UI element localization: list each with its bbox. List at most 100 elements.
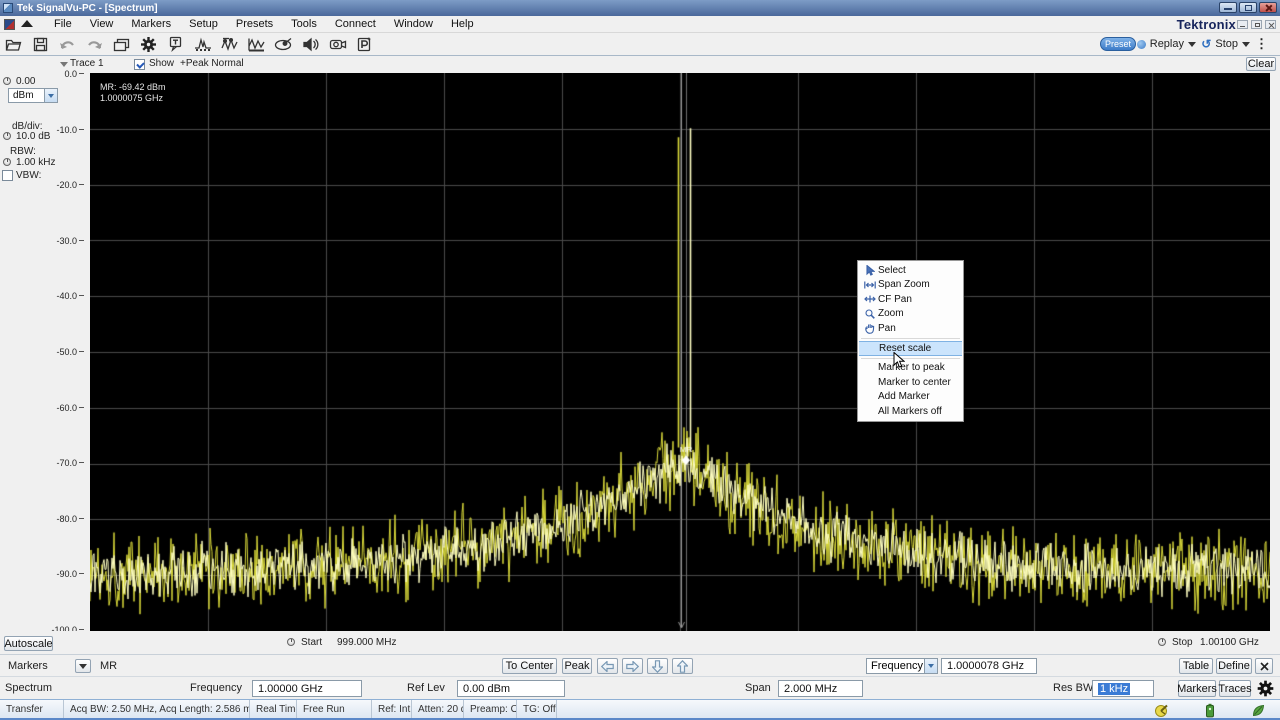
status-trigger: Free Run bbox=[297, 700, 372, 718]
annotation-icon[interactable] bbox=[162, 34, 189, 55]
acquisition-icon[interactable] bbox=[324, 34, 351, 55]
context-menu-item-all-markers-off[interactable]: All Markers off bbox=[858, 404, 963, 419]
ref-lev-field[interactable]: 0.00 dBm bbox=[457, 680, 565, 697]
replay-button[interactable]: Replay bbox=[1137, 36, 1196, 52]
spectrum-window-icon[interactable] bbox=[4, 19, 15, 30]
context-menu-item-add-marker[interactable]: Add Marker bbox=[858, 390, 963, 405]
context-menu-item-marker-to-center[interactable]: Marker to center bbox=[858, 375, 963, 390]
y-tick: -50.0 bbox=[30, 347, 84, 357]
context-menu-item-pan[interactable]: Pan bbox=[858, 321, 963, 336]
peak-button[interactable]: Peak bbox=[562, 658, 592, 674]
trace-bar: Trace 1 Show +Peak Normal Clear bbox=[0, 56, 1280, 73]
context-menu-item-reset-scale[interactable]: Reset scale bbox=[859, 341, 962, 356]
child-close-button[interactable] bbox=[1265, 20, 1276, 29]
child-minimize-button[interactable] bbox=[1237, 20, 1248, 29]
more-options-icon[interactable]: ⋮ bbox=[1255, 36, 1268, 52]
ref-level-knob-icon[interactable] bbox=[3, 77, 11, 85]
redo-icon[interactable] bbox=[81, 34, 108, 55]
marker-right-button[interactable] bbox=[622, 658, 643, 674]
markers-waveform-icon[interactable] bbox=[216, 34, 243, 55]
to-center-button[interactable]: To Center bbox=[502, 658, 557, 674]
dropdown-arrow-icon bbox=[924, 659, 937, 673]
traces-panel-button[interactable]: Traces bbox=[1219, 680, 1251, 697]
status-reference: Ref: Int bbox=[372, 700, 412, 718]
spectrum-settings-row: Spectrum Frequency 1.00000 GHz Ref Lev 0… bbox=[0, 676, 1280, 699]
menu-window[interactable]: Window bbox=[385, 16, 442, 32]
open-file-icon[interactable] bbox=[0, 34, 27, 55]
autoscale-button[interactable]: Autoscale bbox=[4, 636, 53, 651]
y-tick: -70.0 bbox=[30, 458, 84, 468]
displays-icon[interactable] bbox=[108, 34, 135, 55]
status-real-time: Real Time bbox=[250, 700, 297, 718]
window-menu-icon[interactable] bbox=[21, 20, 33, 27]
clear-button[interactable]: Clear bbox=[1246, 57, 1276, 71]
restore-button[interactable] bbox=[1239, 2, 1257, 13]
dpx-icon[interactable] bbox=[270, 34, 297, 55]
start-freq-knob-icon[interactable] bbox=[287, 638, 295, 646]
menu-connect[interactable]: Connect bbox=[326, 16, 385, 32]
start-value[interactable]: 999.000 MHz bbox=[337, 637, 396, 648]
show-checkbox[interactable] bbox=[134, 59, 145, 70]
db-per-div-knob-icon[interactable] bbox=[3, 132, 11, 140]
context-menu-item-span-zoom[interactable]: Span Zoom bbox=[858, 278, 963, 293]
menu-view[interactable]: View bbox=[81, 16, 123, 32]
vbw-checkbox[interactable] bbox=[2, 170, 13, 181]
window-title: Tek SignalVu-PC - [Spectrum] bbox=[17, 3, 158, 14]
status-bar: Transfer Acq BW: 2.50 MHz, Acq Length: 2… bbox=[0, 699, 1280, 720]
menu-tools[interactable]: Tools bbox=[282, 16, 326, 32]
res-bw-field[interactable]: 1 kHz bbox=[1092, 680, 1154, 697]
menu-separator bbox=[861, 358, 960, 359]
marker-frequency-field[interactable]: 1.0000078 GHz bbox=[941, 658, 1037, 674]
main-toolbar: Preset Replay ↺ Stop ⋮ bbox=[0, 33, 1280, 56]
marker-property-dropdown[interactable]: Frequency bbox=[866, 658, 938, 674]
child-restore-button[interactable] bbox=[1251, 20, 1262, 29]
context-menu-item-cf-pan[interactable]: CF Pan bbox=[858, 292, 963, 307]
markers-dropdown-button[interactable] bbox=[75, 659, 91, 673]
status-attenuation: Atten: 20 dB bbox=[412, 700, 464, 718]
rbw-knob-icon[interactable] bbox=[3, 158, 11, 166]
undo-icon[interactable] bbox=[54, 34, 81, 55]
menu-markers[interactable]: Markers bbox=[122, 16, 180, 32]
spectrum-display-icon[interactable] bbox=[189, 34, 216, 55]
marker-down-button[interactable] bbox=[647, 658, 668, 674]
context-menu-item-select[interactable]: Select bbox=[858, 263, 963, 278]
define-button[interactable]: Define bbox=[1216, 658, 1252, 674]
context-menu-item-zoom[interactable]: Zoom bbox=[858, 307, 963, 322]
spectrum-graph[interactable] bbox=[90, 73, 1270, 631]
settings-gear-icon[interactable] bbox=[135, 34, 162, 55]
mouse-cursor bbox=[893, 352, 905, 374]
stop-value[interactable]: 1.00100 GHz bbox=[1200, 637, 1259, 648]
span-field[interactable]: 2.000 MHz bbox=[778, 680, 863, 697]
marker-up-button[interactable] bbox=[672, 658, 693, 674]
y-axis-ticks: 0.0 -10.0 -20.0 -30.0 -40.0 -50.0 -60.0 … bbox=[30, 69, 84, 635]
stop-freq-knob-icon[interactable] bbox=[1158, 638, 1166, 646]
detection-label: +Peak Normal bbox=[180, 58, 244, 69]
collapse-trace-icon[interactable] bbox=[60, 62, 68, 67]
context-menu-label: All Markers off bbox=[878, 406, 942, 417]
menu-bar: File View Markers Setup Presets Tools Co… bbox=[0, 16, 1280, 33]
context-menu-item-marker-to-peak[interactable]: Marker to peak bbox=[858, 361, 963, 376]
app-icon bbox=[3, 3, 13, 13]
close-button[interactable] bbox=[1259, 2, 1277, 13]
time-overview-icon[interactable] bbox=[243, 34, 270, 55]
stop-label: Stop bbox=[1172, 637, 1193, 648]
menu-help[interactable]: Help bbox=[442, 16, 483, 32]
audio-demod-icon[interactable] bbox=[297, 34, 324, 55]
menu-file[interactable]: File bbox=[45, 16, 81, 32]
y-tick: -60.0 bbox=[30, 403, 84, 413]
table-button[interactable]: Table bbox=[1179, 658, 1213, 674]
battery-status-icon bbox=[1205, 703, 1215, 718]
pan-hand-icon bbox=[862, 323, 878, 334]
stop-button[interactable]: ↺ Stop bbox=[1201, 36, 1250, 52]
marker-left-button[interactable] bbox=[597, 658, 618, 674]
close-markers-row-button[interactable] bbox=[1255, 658, 1273, 674]
center-frequency-field[interactable]: 1.00000 GHz bbox=[252, 680, 362, 697]
span-label: Span bbox=[745, 682, 771, 694]
menu-presets[interactable]: Presets bbox=[227, 16, 282, 32]
save-file-icon[interactable] bbox=[27, 34, 54, 55]
presets-icon[interactable] bbox=[351, 34, 378, 55]
menu-setup[interactable]: Setup bbox=[180, 16, 227, 32]
preset-button[interactable]: Preset bbox=[1100, 37, 1136, 51]
minimize-button[interactable] bbox=[1219, 2, 1237, 13]
markers-panel-button[interactable]: Markers bbox=[1178, 680, 1216, 697]
